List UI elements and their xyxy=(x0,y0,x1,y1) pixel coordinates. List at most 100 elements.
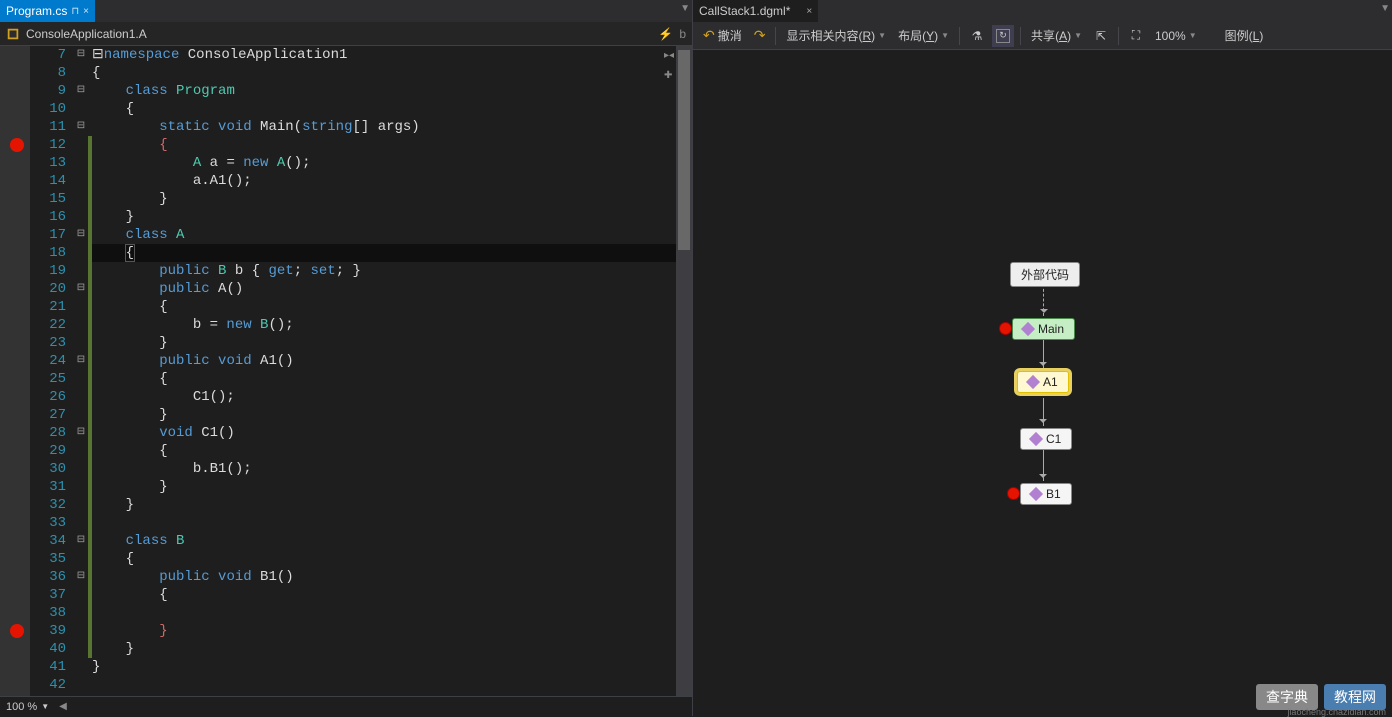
fold-toggle xyxy=(74,262,88,280)
code-line[interactable]: public void A1() xyxy=(92,352,676,370)
layout-button[interactable]: 布局(Y) ▼ xyxy=(894,25,953,47)
code-line[interactable]: void C1() xyxy=(92,424,676,442)
code-line[interactable]: } xyxy=(92,478,676,496)
code-line[interactable]: { xyxy=(92,100,676,118)
code-area[interactable]: ⊟namespace ConsoleApplication1{ class Pr… xyxy=(92,46,676,696)
zoom-value: 100% xyxy=(1155,29,1186,43)
legend-button[interactable]: 图例(L) xyxy=(1221,25,1268,47)
fold-toggle[interactable]: ⊟ xyxy=(74,532,88,550)
code-line[interactable]: a.A1(); xyxy=(92,172,676,190)
nav-class-dropdown[interactable]: ConsoleApplication1.A xyxy=(26,27,147,41)
code-line[interactable]: b = new B(); xyxy=(92,316,676,334)
graph-node-main[interactable]: Main xyxy=(1012,318,1075,340)
graph-node-ext[interactable]: 外部代码 xyxy=(1010,262,1080,287)
code-line[interactable]: class Program xyxy=(92,82,676,100)
code-line[interactable]: { xyxy=(92,136,676,154)
hscroll-left-icon[interactable]: ◀ xyxy=(59,701,67,712)
fold-toggle xyxy=(74,604,88,622)
scrollbar-thumb[interactable] xyxy=(678,50,690,250)
fold-toggle[interactable]: ⊟ xyxy=(74,424,88,442)
zoom-level[interactable]: 100 % xyxy=(6,701,37,713)
code-line[interactable]: { xyxy=(92,64,676,82)
line-number: 27 xyxy=(30,406,66,424)
line-number: 21 xyxy=(30,298,66,316)
fold-toggle xyxy=(74,676,88,694)
fold-toggle xyxy=(74,208,88,226)
fold-toggle[interactable]: ⊟ xyxy=(74,46,88,64)
breakpoint-icon[interactable] xyxy=(10,138,24,152)
fit-button[interactable]: ⛶ xyxy=(1125,25,1147,47)
fold-toggle[interactable]: ⊟ xyxy=(74,352,88,370)
fold-toggle[interactable]: ⊟ xyxy=(74,568,88,586)
code-line[interactable]: { xyxy=(92,298,676,316)
code-nav-bar: ConsoleApplication1.A ⚡ b xyxy=(0,22,692,46)
code-line[interactable]: class B xyxy=(92,532,676,550)
code-line[interactable]: } xyxy=(92,406,676,424)
vertical-scrollbar[interactable] xyxy=(676,46,692,696)
code-line[interactable]: { xyxy=(92,586,676,604)
redo-button[interactable]: ↷ xyxy=(750,25,770,47)
editor-split-controls[interactable]: ▸◂✚ xyxy=(664,46,674,86)
code-line[interactable]: { xyxy=(92,370,676,388)
graph-node-c1[interactable]: C1 xyxy=(1020,428,1072,450)
fold-gutter[interactable]: ⊟ ⊟ ⊟ ⊟ ⊟ ⊟ ⊟ ⊟ ⊟ xyxy=(74,46,88,696)
code-line[interactable]: } xyxy=(92,334,676,352)
breakpoint-gutter[interactable] xyxy=(0,46,30,696)
nav-member-dropdown[interactable]: b xyxy=(679,27,686,41)
export-button[interactable]: ⇱ xyxy=(1090,25,1112,47)
share-button[interactable]: 共享(A) ▼ xyxy=(1027,25,1086,47)
method-icon xyxy=(1029,432,1043,446)
code-line[interactable]: static void Main(string[] args) xyxy=(92,118,676,136)
code-line[interactable]: } xyxy=(92,640,676,658)
code-line[interactable]: class A xyxy=(92,226,676,244)
zoom-dropdown-icon[interactable]: ▼ xyxy=(41,702,49,711)
code-editor[interactable]: 7891011121314151617181920212223242526272… xyxy=(0,46,692,696)
breakpoint-icon[interactable] xyxy=(10,624,24,638)
graph-node-b1[interactable]: B1 xyxy=(1020,483,1072,505)
code-line[interactable]: { xyxy=(92,550,676,568)
filter-button[interactable]: ⚗ xyxy=(966,25,988,47)
line-number: 19 xyxy=(30,262,66,280)
zoom-dropdown[interactable]: 100% ▼ xyxy=(1151,25,1201,47)
refresh-button[interactable]: ↻ xyxy=(992,25,1014,47)
fold-toggle xyxy=(74,190,88,208)
code-line[interactable] xyxy=(92,514,676,532)
fold-toggle[interactable]: ⊟ xyxy=(74,118,88,136)
fold-toggle xyxy=(74,478,88,496)
code-line[interactable]: } xyxy=(92,190,676,208)
fold-toggle[interactable]: ⊟ xyxy=(74,280,88,298)
code-line[interactable]: b.B1(); xyxy=(92,460,676,478)
code-line[interactable]: } xyxy=(92,496,676,514)
show-related-button[interactable]: 显示相关内容(R) ▼ xyxy=(782,25,890,47)
code-line[interactable]: } xyxy=(92,622,676,640)
fold-toggle[interactable]: ⊟ xyxy=(74,226,88,244)
close-icon[interactable]: × xyxy=(83,6,89,17)
code-line[interactable]: } xyxy=(92,658,676,676)
code-line[interactable]: A a = new A(); xyxy=(92,154,676,172)
tab-overflow-dropdown[interactable]: ▼ xyxy=(1380,3,1390,14)
code-line[interactable]: { xyxy=(92,442,676,460)
tab-callstack-dgml[interactable]: CallStack1.dgml* × xyxy=(693,0,818,22)
fold-toggle xyxy=(74,460,88,478)
code-line[interactable] xyxy=(92,676,676,694)
graph-edge xyxy=(1043,398,1044,426)
code-line[interactable]: public A() xyxy=(92,280,676,298)
tab-program-cs[interactable]: Program.cs ⊓ × xyxy=(0,0,95,22)
tab-overflow-dropdown[interactable]: ▼ xyxy=(680,3,690,14)
callstack-graph[interactable]: 外部代码 Main A1 C1 B1 xyxy=(693,50,1392,716)
graph-node-a1[interactable]: A1 xyxy=(1017,371,1069,393)
code-line[interactable]: { xyxy=(92,244,676,262)
undo-button[interactable]: ↶ 撤消 xyxy=(699,25,746,47)
chevron-down-icon: ▼ xyxy=(941,31,949,40)
code-line[interactable]: } xyxy=(92,208,676,226)
line-number: 20 xyxy=(30,280,66,298)
code-line[interactable]: public void B1() xyxy=(92,568,676,586)
dgml-tab-bar: CallStack1.dgml* × ▼ xyxy=(693,0,1392,22)
code-line[interactable]: C1(); xyxy=(92,388,676,406)
close-icon[interactable]: × xyxy=(806,6,812,17)
pin-icon[interactable]: ⊓ xyxy=(71,6,79,17)
code-line[interactable]: public B b { get; set; } xyxy=(92,262,676,280)
code-line[interactable]: ⊟namespace ConsoleApplication1 xyxy=(92,46,676,64)
code-line[interactable] xyxy=(92,604,676,622)
fold-toggle[interactable]: ⊟ xyxy=(74,82,88,100)
